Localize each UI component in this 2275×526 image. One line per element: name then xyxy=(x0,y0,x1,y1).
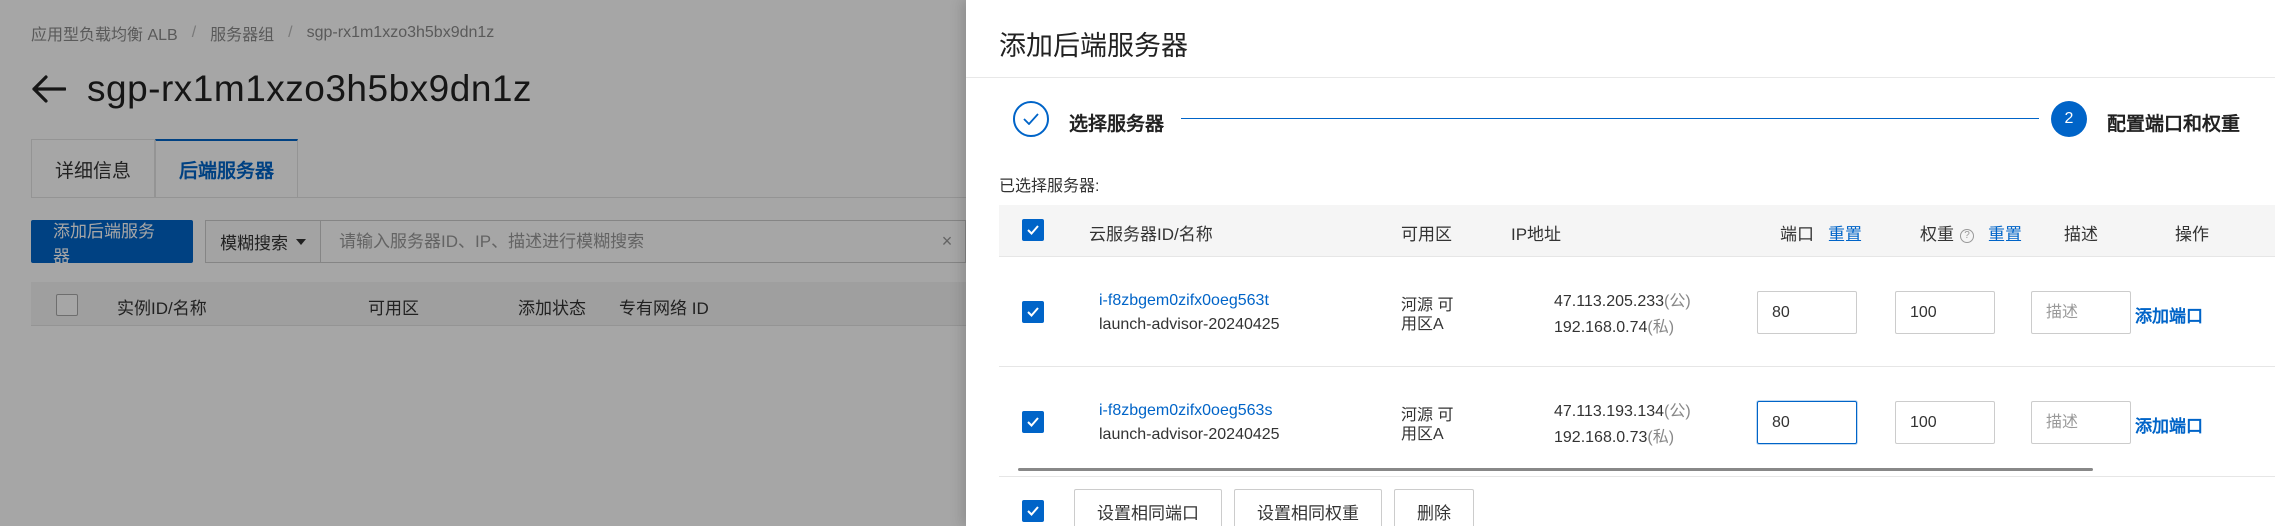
check-icon xyxy=(1027,417,1039,427)
add-server-drawer: 添加后端服务器 选择服务器 2 配置端口和权重 已选择服务器: 云服务器ID/名… xyxy=(966,0,2275,526)
weight-input[interactable] xyxy=(1895,291,1995,334)
port-input[interactable] xyxy=(1757,401,1857,444)
server-id-link[interactable]: i-f8zbgem0zifx0oeg563s xyxy=(1099,402,1272,420)
header-weight-label: 权重 xyxy=(1920,225,1954,244)
header-description: 描述 xyxy=(2064,225,2098,244)
server-name: launch-advisor-20240425 xyxy=(1099,316,1280,333)
port-input[interactable] xyxy=(1757,291,1857,334)
header-ip: IP地址 xyxy=(1511,225,1562,244)
step-connector xyxy=(1181,118,2039,119)
weight-reset-link[interactable]: 重置 xyxy=(1988,225,2022,244)
bulk-select-checkbox[interactable] xyxy=(1022,500,1044,522)
step-2-label: 配置端口和权重 xyxy=(2107,114,2241,135)
public-ip-value: 47.113.193.134 xyxy=(1554,403,1665,420)
header-weight: 权重? 重置 xyxy=(1920,220,2022,245)
steps: 选择服务器 2 配置端口和权重 xyxy=(1013,99,2275,139)
server-zone: 河源 可用区A xyxy=(1401,407,1454,443)
step-1-label: 选择服务器 xyxy=(1069,114,1165,135)
header-zone: 可用区 xyxy=(1401,225,1452,244)
public-ip-value: 47.113.205.233 xyxy=(1554,293,1665,310)
add-port-link[interactable]: 添加端口 xyxy=(2135,302,2203,327)
row-checkbox[interactable] xyxy=(1022,301,1044,323)
drawer-title: 添加后端服务器 xyxy=(999,31,1188,61)
private-ip: 192.168.0.73(私) xyxy=(1554,423,1674,447)
header-id-name: 云服务器ID/名称 xyxy=(1089,225,1213,244)
header-action: 操作 xyxy=(2175,225,2209,244)
set-same-weight-button[interactable]: 设置相同权重 xyxy=(1234,489,1382,526)
add-port-link[interactable]: 添加端口 xyxy=(2135,412,2203,437)
server-zone: 河源 可用区A xyxy=(1401,297,1454,333)
public-ip-tag: (公) xyxy=(1664,403,1691,420)
bulk-action-bar: 设置相同端口 设置相同权重 删除 xyxy=(999,486,1474,526)
select-all-checkbox[interactable] xyxy=(1022,219,1044,241)
selected-servers-table: 云服务器ID/名称 可用区 IP地址 端口 重置 权重? 重置 描述 操作 i-f8… xyxy=(999,205,2275,477)
weight-input[interactable] xyxy=(1895,401,1995,444)
set-same-port-button[interactable]: 设置相同端口 xyxy=(1074,489,1222,526)
drawer-divider xyxy=(966,77,2275,78)
modal-overlay[interactable] xyxy=(0,0,966,526)
step-2-number: 2 xyxy=(2051,101,2087,137)
server-name: launch-advisor-20240425 xyxy=(1099,426,1280,443)
horizontal-scrollbar[interactable] xyxy=(1018,468,2093,471)
private-ip-value: 192.168.0.73 xyxy=(1554,429,1648,446)
table-row: i-f8zbgem0zifx0oeg563t launch-advisor-20… xyxy=(999,257,2275,367)
private-ip-tag: (私) xyxy=(1647,319,1675,336)
public-ip: 47.113.193.134(公) xyxy=(1554,397,1691,421)
table-header: 云服务器ID/名称 可用区 IP地址 端口 重置 权重? 重置 描述 操作 xyxy=(999,205,2275,257)
header-port-label: 端口 xyxy=(1780,225,1814,244)
private-ip-value: 192.168.0.74 xyxy=(1554,319,1648,336)
check-icon xyxy=(1027,506,1039,516)
row-checkbox[interactable] xyxy=(1022,411,1044,433)
port-reset-link[interactable]: 重置 xyxy=(1828,225,1862,244)
private-ip-tag: (私) xyxy=(1647,429,1675,446)
description-input[interactable] xyxy=(2031,401,2131,444)
table-row: i-f8zbgem0zifx0oeg563s launch-advisor-20… xyxy=(999,367,2275,477)
check-icon xyxy=(1027,225,1039,235)
check-icon xyxy=(1027,307,1039,317)
help-icon[interactable]: ? xyxy=(1960,228,1974,243)
header-port: 端口 重置 xyxy=(1780,220,1862,245)
description-input[interactable] xyxy=(2031,291,2131,334)
selected-servers-label: 已选择服务器: xyxy=(999,178,1100,195)
private-ip: 192.168.0.74(私) xyxy=(1554,313,1674,337)
public-ip: 47.113.205.233(公) xyxy=(1554,287,1691,311)
server-id-link[interactable]: i-f8zbgem0zifx0oeg563t xyxy=(1099,292,1269,310)
step-done-icon xyxy=(1013,101,1049,137)
public-ip-tag: (公) xyxy=(1664,293,1691,310)
delete-button[interactable]: 删除 xyxy=(1394,489,1474,526)
